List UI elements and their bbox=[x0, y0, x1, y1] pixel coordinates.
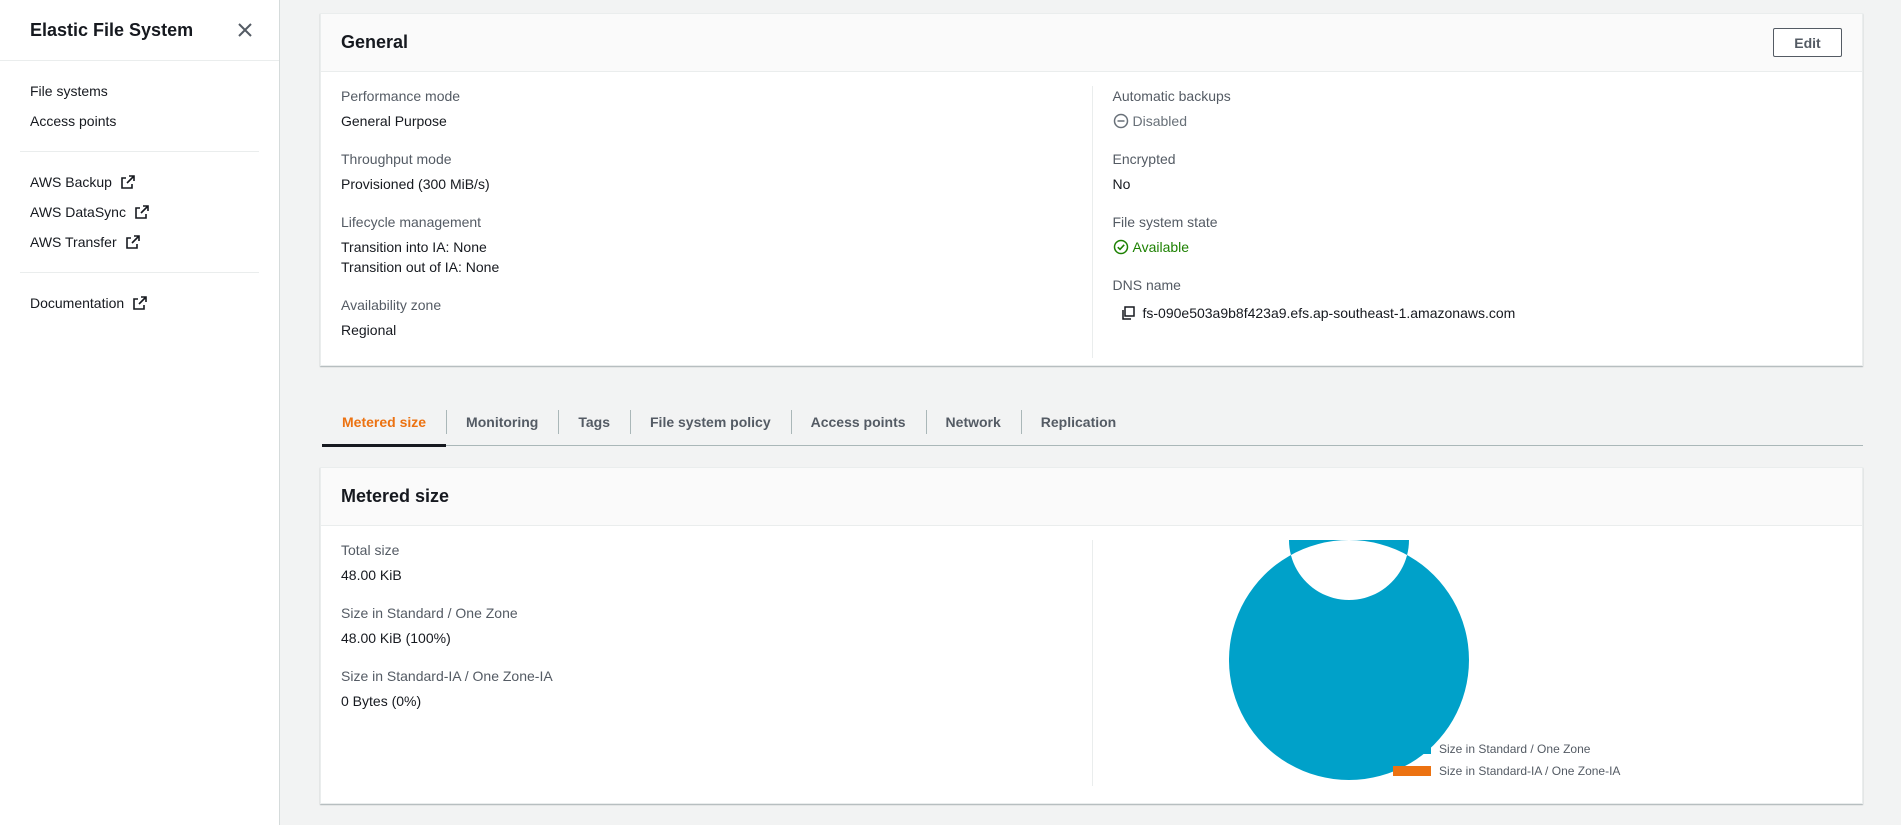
lifecycle-management: Lifecycle management Transition into IA:… bbox=[341, 212, 1092, 277]
close-sidebar-button[interactable] bbox=[233, 18, 257, 42]
lifecycle-transition-out: Transition out of IA: None bbox=[341, 259, 500, 275]
encrypted-label: Encrypted bbox=[1112, 151, 1176, 167]
edit-button[interactable]: Edit bbox=[1773, 28, 1842, 57]
file-system-state-label: File system state bbox=[1112, 214, 1218, 230]
nav-item-label: AWS DataSync bbox=[30, 204, 126, 220]
external-link-icon bbox=[135, 205, 149, 219]
general-panel-header: General Edit bbox=[321, 14, 1862, 72]
general-right-column: Automatic backups Disabled Encrypted No … bbox=[1091, 86, 1843, 358]
legend-label-standard: Size in Standard / One Zone bbox=[1439, 742, 1591, 756]
external-link-icon bbox=[121, 175, 135, 189]
external-link-icon bbox=[133, 296, 147, 310]
nav-group-main: File systems Access points bbox=[0, 61, 279, 151]
disabled-status-icon bbox=[1113, 113, 1128, 129]
nav-item-label: Documentation bbox=[30, 295, 125, 311]
tab-file-system-policy[interactable]: File system policy bbox=[630, 398, 791, 446]
tab-metered-size[interactable]: Metered size bbox=[322, 398, 447, 447]
lifecycle-value: Transition into IA: None Transition out … bbox=[341, 237, 1092, 277]
nav-item-aws-backup[interactable]: AWS Backup bbox=[0, 167, 279, 197]
tab-monitoring[interactable]: Monitoring bbox=[446, 398, 558, 446]
legend-item-ia[interactable]: Size in Standard-IA / One Zone-IA bbox=[1393, 760, 1620, 782]
nav-item-label: Access points bbox=[30, 113, 117, 129]
general-left-column: Performance mode General Purpose Through… bbox=[341, 86, 1092, 358]
automatic-backups: Automatic backups Disabled bbox=[1113, 86, 1843, 131]
nav-item-documentation[interactable]: Documentation bbox=[0, 288, 279, 318]
size-ia: Size in Standard-IA / One Zone-IA 0 Byte… bbox=[341, 666, 1092, 711]
throughput-mode: Throughput mode Provisioned (300 MiB/s) bbox=[341, 149, 1092, 194]
size-standard-value: 48.00 KiB (100%) bbox=[341, 630, 451, 646]
metered-details: Total size 48.00 KiB Size in Standard / … bbox=[321, 526, 1862, 796]
performance-mode: Performance mode General Purpose bbox=[341, 86, 1092, 131]
legend-swatch-standard bbox=[1393, 744, 1431, 754]
dns-name-value: fs-090e503a9b8f423a9.efs.ap-southeast-1.… bbox=[1113, 303, 1843, 323]
throughput-mode-value: Provisioned (300 MiB/s) bbox=[341, 176, 490, 192]
metered-size-title: Metered size bbox=[341, 486, 450, 506]
side-navigation: Elastic File System File systems Access … bbox=[0, 0, 280, 825]
automatic-backups-value: Disabled bbox=[1113, 111, 1843, 131]
lifecycle-transition-into: Transition into IA: None bbox=[341, 239, 487, 255]
general-panel: General Edit Performance mode General Pu… bbox=[320, 13, 1863, 366]
availability-zone-value: Regional bbox=[341, 322, 397, 338]
tab-replication[interactable]: Replication bbox=[1020, 398, 1136, 446]
close-icon bbox=[238, 23, 252, 37]
metered-left-column: Total size 48.00 KiB Size in Standard / … bbox=[341, 540, 1092, 796]
nav-group-docs: Documentation bbox=[0, 273, 279, 333]
tab-tags[interactable]: Tags bbox=[558, 398, 630, 446]
nav-item-file-systems[interactable]: File systems bbox=[0, 76, 279, 106]
dns-name: DNS name fs-090e503a9b8f423a9.efs.ap-sou… bbox=[1113, 275, 1843, 323]
size-ia-label: Size in Standard-IA / One Zone-IA bbox=[341, 668, 553, 684]
total-size-value: 48.00 KiB bbox=[341, 567, 402, 583]
external-link-icon bbox=[125, 235, 140, 249]
nav-item-label: AWS Transfer bbox=[30, 234, 117, 250]
availability-zone-label: Availability zone bbox=[341, 297, 442, 313]
detail-tabs: Metered size Monitoring Tags File system… bbox=[322, 398, 1863, 447]
dns-name-text: fs-090e503a9b8f423a9.efs.ap-southeast-1.… bbox=[1142, 305, 1516, 321]
automatic-backups-label: Automatic backups bbox=[1112, 88, 1231, 104]
file-system-state-text: Available bbox=[1132, 239, 1190, 255]
main-content: General Edit Performance mode General Pu… bbox=[280, 0, 1901, 825]
general-details: Performance mode General Purpose Through… bbox=[321, 72, 1862, 358]
nav-item-label: AWS Backup bbox=[30, 174, 112, 190]
size-standard-label: Size in Standard / One Zone bbox=[341, 605, 518, 621]
sidebar-header: Elastic File System bbox=[0, 0, 279, 61]
automatic-backups-text: Disabled bbox=[1132, 113, 1187, 129]
performance-mode-value: General Purpose bbox=[341, 113, 447, 129]
file-system-state-value: Available bbox=[1113, 237, 1843, 257]
legend-item-standard[interactable]: Size in Standard / One Zone bbox=[1393, 738, 1620, 760]
encrypted-value: No bbox=[1112, 176, 1131, 192]
nav-item-aws-datasync[interactable]: AWS DataSync bbox=[0, 197, 279, 227]
nav-item-access-points[interactable]: Access points bbox=[0, 106, 279, 136]
size-ia-value: 0 Bytes (0%) bbox=[341, 693, 422, 709]
nav-group-services: AWS Backup AWS DataSync AWS Transfer bbox=[0, 152, 279, 272]
chart-legend: Size in Standard / One Zone Size in Stan… bbox=[1393, 738, 1620, 782]
legend-label-ia: Size in Standard-IA / One Zone-IA bbox=[1439, 764, 1621, 778]
size-standard: Size in Standard / One Zone 48.00 KiB (1… bbox=[341, 603, 1092, 648]
copy-icon[interactable] bbox=[1121, 306, 1135, 320]
tab-network[interactable]: Network bbox=[925, 398, 1021, 446]
encrypted: Encrypted No bbox=[1113, 149, 1843, 194]
total-size: Total size 48.00 KiB bbox=[341, 540, 1092, 585]
metered-panel-header: Metered size bbox=[321, 468, 1862, 526]
availability-zone: Availability zone Regional bbox=[341, 295, 1092, 340]
dns-name-label: DNS name bbox=[1112, 277, 1181, 293]
general-title: General bbox=[341, 32, 409, 52]
legend-swatch-ia bbox=[1393, 766, 1431, 776]
throughput-mode-label: Throughput mode bbox=[341, 151, 452, 167]
nav-item-label: File systems bbox=[30, 83, 108, 99]
file-system-state: File system state Available bbox=[1113, 212, 1843, 257]
metered-size-panel: Metered size Total size 48.00 KiB Size i… bbox=[320, 467, 1863, 804]
sidebar-title: Elastic File System bbox=[30, 19, 194, 40]
success-check-icon bbox=[1113, 239, 1128, 255]
tab-access-points[interactable]: Access points bbox=[790, 398, 926, 446]
nav-item-aws-transfer[interactable]: AWS Transfer bbox=[0, 227, 279, 257]
performance-mode-label: Performance mode bbox=[341, 88, 461, 104]
lifecycle-label: Lifecycle management bbox=[341, 214, 482, 230]
total-size-label: Total size bbox=[341, 542, 400, 558]
